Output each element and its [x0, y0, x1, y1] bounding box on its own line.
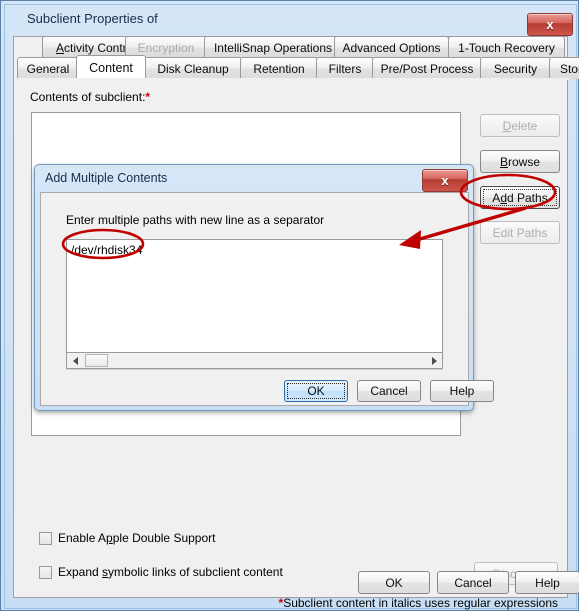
cancel-button-label: Cancel — [454, 575, 492, 590]
tab-retention[interactable]: Retention — [240, 57, 318, 79]
tab-disk-cleanup[interactable]: Disk Cleanup — [144, 57, 242, 79]
add-paths-button-label-a: A — [492, 190, 501, 205]
add-paths-button-mnemonic: d — [500, 190, 507, 205]
tab-activity-control-mnemonic: A — [55, 40, 64, 55]
enable-apple-double-support-checkbox[interactable] — [39, 531, 52, 545]
tab-pre-post-process-label: Pre/Post Process — [380, 61, 474, 76]
close-icon-glyph: x — [546, 16, 554, 32]
delete-button: Delete — [480, 114, 560, 137]
tab-advanced-options[interactable]: Advanced Options — [334, 36, 449, 58]
inner-ok-button[interactable]: OK — [284, 380, 348, 402]
tab-storage-device[interactable]: Storage Device — [549, 57, 579, 79]
tab-intellisnap-operations-label: IntelliSnap Operations — [213, 40, 333, 55]
enable-apple-double-support-label: Enable Apple Double Support — [58, 531, 215, 545]
scrollbar-thumb[interactable] — [85, 354, 108, 367]
tab-filters-label: Filters — [328, 61, 362, 76]
tab-retention-label: Retention — [253, 61, 305, 76]
enable-apple-double-support-mnemonic: p — [106, 531, 113, 545]
tab-general-label: General — [26, 61, 70, 76]
contents-of-subclient-text: Contents of subclient: — [30, 90, 146, 104]
tab-row-bottom: General Content Disk Cleanup Retention F… — [14, 55, 579, 79]
browse-button-mnemonic: B — [499, 154, 508, 169]
add-multiple-contents-body: Enter multiple paths with new line as a … — [40, 192, 494, 406]
ok-button[interactable]: OK — [358, 571, 430, 594]
paths-textarea-value: /dev/rhdisk34 — [71, 243, 143, 257]
enable-apple-double-support-row[interactable]: Enable Apple Double Support — [39, 531, 215, 545]
edit-paths-button-label: Edit Paths — [492, 225, 548, 240]
dialog-separator — [66, 369, 443, 370]
browse-button-label: rowse — [508, 154, 541, 169]
tab-content[interactable]: Content — [76, 55, 146, 79]
help-button-label: Help — [535, 575, 560, 590]
window-titlebar: Subclient Properties of x — [5, 5, 576, 36]
tab-storage-device-label: Storage Device — [559, 61, 579, 76]
delete-button-label: elete — [511, 118, 538, 133]
paths-prompt-label: Enter multiple paths with new line as a … — [66, 213, 325, 227]
tab-encryption-label: Encryption — [137, 40, 195, 55]
inner-ok-button-label: OK — [307, 384, 325, 398]
tab-filters[interactable]: Filters — [316, 57, 374, 79]
tab-strip: Activity Control Encryption IntelliSnap … — [14, 36, 579, 80]
left-arrow-glyph — [72, 356, 78, 365]
left-arrow-icon[interactable] — [67, 353, 83, 368]
regex-note: *Subclient content in italics uses regul… — [279, 596, 558, 610]
add-multiple-contents-title: Add Multiple Contents — [45, 171, 168, 185]
cancel-button[interactable]: Cancel — [437, 571, 509, 594]
paths-textarea[interactable]: /dev/rhdisk34 — [66, 239, 443, 352]
help-button[interactable]: Help — [515, 571, 579, 594]
close-icon-glyph: x — [441, 172, 449, 188]
enable-apple-double-support-label-after: ple Double Support — [112, 531, 216, 545]
dialog-button-bar: OK Cancel Help — [13, 566, 579, 598]
tab-1-touch-recovery-label: 1-Touch Recovery — [458, 40, 555, 55]
close-icon[interactable]: x — [422, 169, 468, 192]
enable-apple-double-support-label-before: Enable A — [58, 531, 107, 545]
subclient-properties-window: Subclient Properties of x Activity Contr… — [0, 0, 579, 611]
add-multiple-contents-dialog: Add Multiple Contents x Enter multiple p… — [34, 164, 494, 411]
add-paths-button[interactable]: Add Paths — [480, 186, 560, 209]
ok-button-label: OK — [385, 575, 403, 590]
add-paths-button-label-rest: d Paths — [507, 190, 548, 205]
tab-intellisnap-operations[interactable]: IntelliSnap Operations — [204, 36, 342, 58]
inner-help-button[interactable]: Help — [430, 380, 494, 402]
tab-general[interactable]: General — [17, 57, 79, 79]
tab-security[interactable]: Security — [480, 57, 551, 79]
required-marker: * — [145, 90, 151, 104]
inner-cancel-button-label: Cancel — [370, 384, 408, 398]
paths-horizontal-scrollbar[interactable] — [66, 352, 443, 369]
browse-button[interactable]: Browse — [480, 150, 560, 173]
tab-pre-post-process[interactable]: Pre/Post Process — [372, 57, 482, 79]
right-arrow-icon[interactable] — [426, 353, 442, 368]
close-icon[interactable]: x — [527, 13, 573, 36]
tab-advanced-options-label: Advanced Options — [342, 40, 441, 55]
inner-cancel-button[interactable]: Cancel — [357, 380, 421, 402]
right-arrow-glyph — [431, 356, 437, 365]
regex-note-text: Subclient content in italics uses regula… — [283, 596, 558, 610]
add-multiple-contents-titlebar: Add Multiple Contents x — [35, 165, 473, 193]
edit-paths-button: Edit Paths — [480, 221, 560, 244]
contents-of-subclient-label: Contents of subclient:* — [30, 90, 150, 104]
tab-disk-cleanup-label: Disk Cleanup — [157, 61, 229, 76]
tab-content-label: Content — [89, 60, 133, 75]
window-title: Subclient Properties of — [27, 11, 158, 26]
inner-help-button-label: Help — [449, 384, 475, 398]
tab-security-label: Security — [493, 61, 538, 76]
tab-1-touch-recovery[interactable]: 1-Touch Recovery — [448, 36, 565, 58]
delete-button-mnemonic: D — [502, 118, 512, 133]
tab-body-seam — [14, 78, 569, 80]
